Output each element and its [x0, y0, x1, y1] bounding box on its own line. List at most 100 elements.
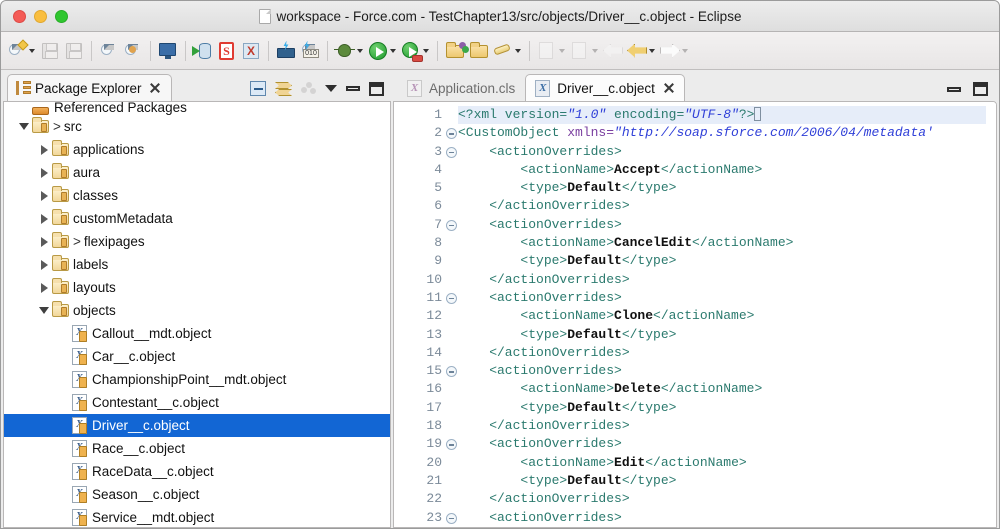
annotate-button[interactable]: [491, 36, 524, 66]
twisty-collapsed-icon[interactable]: [36, 167, 52, 178]
code-line[interactable]: <?xml version="1.0" encoding="UTF-8"?>: [458, 106, 996, 125]
twisty-collapsed-icon[interactable]: [36, 213, 52, 224]
tab-package-explorer[interactable]: Package Explorer: [7, 74, 172, 101]
tree-item[interactable]: aura: [4, 161, 390, 184]
tree-item-selected[interactable]: X Driver__c.object: [4, 414, 390, 437]
previous-annotation-button[interactable]: [568, 36, 601, 66]
code-line[interactable]: <actionOverrides>: [458, 509, 996, 527]
code-line[interactable]: </actionOverrides>: [458, 344, 996, 362]
tree-item[interactable]: objects: [4, 299, 390, 322]
code-line[interactable]: <actionName>CancelEdit</actionName>: [458, 234, 996, 252]
code-line[interactable]: <type>Default</type>: [458, 399, 996, 417]
save-all-button[interactable]: [62, 36, 86, 66]
code-line[interactable]: <actionOverrides>: [458, 435, 996, 453]
chevron-down-icon[interactable]: [29, 48, 35, 53]
code-line[interactable]: <type>Default</type>: [458, 179, 996, 197]
deploy-to-server-button[interactable]: [274, 36, 298, 66]
tree-item[interactable]: X Race__c.object: [4, 437, 390, 460]
view-menu-icon[interactable]: [325, 85, 337, 92]
code-line[interactable]: <type>Default</type>: [458, 326, 996, 344]
filters-icon[interactable]: [301, 82, 316, 95]
zoom-window-button[interactable]: [55, 9, 68, 23]
tree-item[interactable]: classes: [4, 184, 390, 207]
tree-item[interactable]: X RaceData__c.object: [4, 460, 390, 483]
tree-item[interactable]: X Season__c.object: [4, 483, 390, 506]
tree-item[interactable]: labels: [4, 253, 390, 276]
chevron-down-icon[interactable]: [423, 48, 429, 53]
maximize-icon[interactable]: [369, 81, 384, 96]
salesforce-schema-button[interactable]: S: [215, 36, 239, 66]
chevron-down-icon[interactable]: [649, 48, 655, 53]
chevron-down-icon[interactable]: [390, 48, 396, 53]
collapse-all-icon[interactable]: [250, 81, 266, 96]
maximize-icon[interactable]: [973, 82, 988, 96]
back-button[interactable]: [625, 36, 658, 66]
close-icon[interactable]: [662, 82, 675, 95]
tree-item[interactable]: applications: [4, 138, 390, 161]
run-button[interactable]: [366, 36, 399, 66]
code-line[interactable]: <type>Default</type>: [458, 252, 996, 270]
code-line[interactable]: <actionOverrides>: [458, 216, 996, 234]
twisty-collapsed-icon[interactable]: [36, 259, 52, 270]
chevron-down-icon[interactable]: [357, 48, 363, 53]
code-line[interactable]: <actionOverrides>: [458, 289, 996, 307]
open-resource-button[interactable]: [467, 36, 491, 66]
tree-item[interactable]: Referenced Packages: [4, 102, 390, 115]
tree-item[interactable]: > src: [4, 115, 390, 138]
minimize-window-button[interactable]: [34, 9, 47, 23]
tree-item[interactable]: X Service__mdt.object: [4, 506, 390, 527]
close-icon[interactable]: [148, 82, 161, 95]
code-line[interactable]: </actionOverrides>: [458, 417, 996, 435]
tree-item[interactable]: layouts: [4, 276, 390, 299]
execute-anonymous-button[interactable]: [191, 36, 215, 66]
code-line[interactable]: <type>Default</type>: [458, 472, 996, 490]
twisty-collapsed-icon[interactable]: [36, 236, 52, 247]
chevron-down-icon[interactable]: [559, 48, 565, 53]
open-console-button[interactable]: [156, 36, 180, 66]
next-annotation-button[interactable]: [535, 36, 568, 66]
code-line[interactable]: <actionOverrides>: [458, 143, 996, 161]
minimize-icon[interactable]: [346, 86, 360, 91]
package-explorer-tree-container[interactable]: Referenced Packages > src applications aura c…: [3, 101, 391, 528]
minimize-icon[interactable]: [947, 86, 961, 92]
twisty-expanded-icon[interactable]: [36, 307, 52, 314]
twisty-collapsed-icon[interactable]: [36, 144, 52, 155]
refresh-from-server-button[interactable]: [121, 36, 145, 66]
forward-button[interactable]: [658, 36, 691, 66]
tab-driver-c-object[interactable]: X Driver__c.object: [525, 74, 685, 101]
tree-item[interactable]: > flexipages: [4, 230, 390, 253]
code-line[interactable]: <actionName>Edit</actionName>: [458, 454, 996, 472]
editor-text-container[interactable]: 1 2 3 4 5 6 7 8 9 10 11 12 13 14 15 16 17 18 19 20 21 22 23 <?…: [393, 101, 997, 528]
source-code[interactable]: <?xml version="1.0" encoding="UTF-8"?> <C…: [444, 102, 996, 527]
debug-button[interactable]: [333, 36, 366, 66]
open-perspective-button[interactable]: [443, 36, 469, 66]
twisty-collapsed-icon[interactable]: [36, 282, 52, 293]
code-line[interactable]: </actionOverrides>: [458, 271, 996, 289]
code-line[interactable]: </actionOverrides>: [458, 490, 996, 508]
last-edit-location-button[interactable]: [601, 36, 625, 66]
link-with-editor-icon[interactable]: [275, 81, 292, 96]
chevron-down-icon[interactable]: [682, 48, 688, 53]
save-to-server-button[interactable]: [97, 36, 121, 66]
deploy-binary-button[interactable]: 010: [298, 36, 322, 66]
tree-item[interactable]: customMetadata: [4, 207, 390, 230]
close-window-button[interactable]: [13, 9, 26, 23]
chevron-down-icon[interactable]: [592, 48, 598, 53]
twisty-expanded-icon[interactable]: [16, 123, 32, 130]
tree-item[interactable]: X ChampionshipPoint__mdt.object: [4, 368, 390, 391]
run-coverage-button[interactable]: [399, 36, 432, 66]
code-line[interactable]: </actionOverrides>: [458, 197, 996, 215]
code-line[interactable]: <actionName>Accept</actionName>: [458, 161, 996, 179]
new-wizard-button[interactable]: [5, 36, 38, 66]
save-button[interactable]: [38, 36, 62, 66]
code-line[interactable]: <actionName>Delete</actionName>: [458, 380, 996, 398]
tree-item[interactable]: X Callout__mdt.object: [4, 322, 390, 345]
close-editor-button[interactable]: X: [239, 36, 263, 66]
tree-item[interactable]: X Contestant__c.object: [4, 391, 390, 414]
tab-application-cls[interactable]: X Application.cls: [397, 74, 525, 101]
chevron-down-icon[interactable]: [515, 48, 521, 53]
code-line[interactable]: <CustomObject xmlns="http://soap.sforce.…: [458, 124, 996, 142]
tree-item[interactable]: X Car__c.object: [4, 345, 390, 368]
twisty-collapsed-icon[interactable]: [36, 190, 52, 201]
code-line[interactable]: <actionName>Clone</actionName>: [458, 307, 996, 325]
